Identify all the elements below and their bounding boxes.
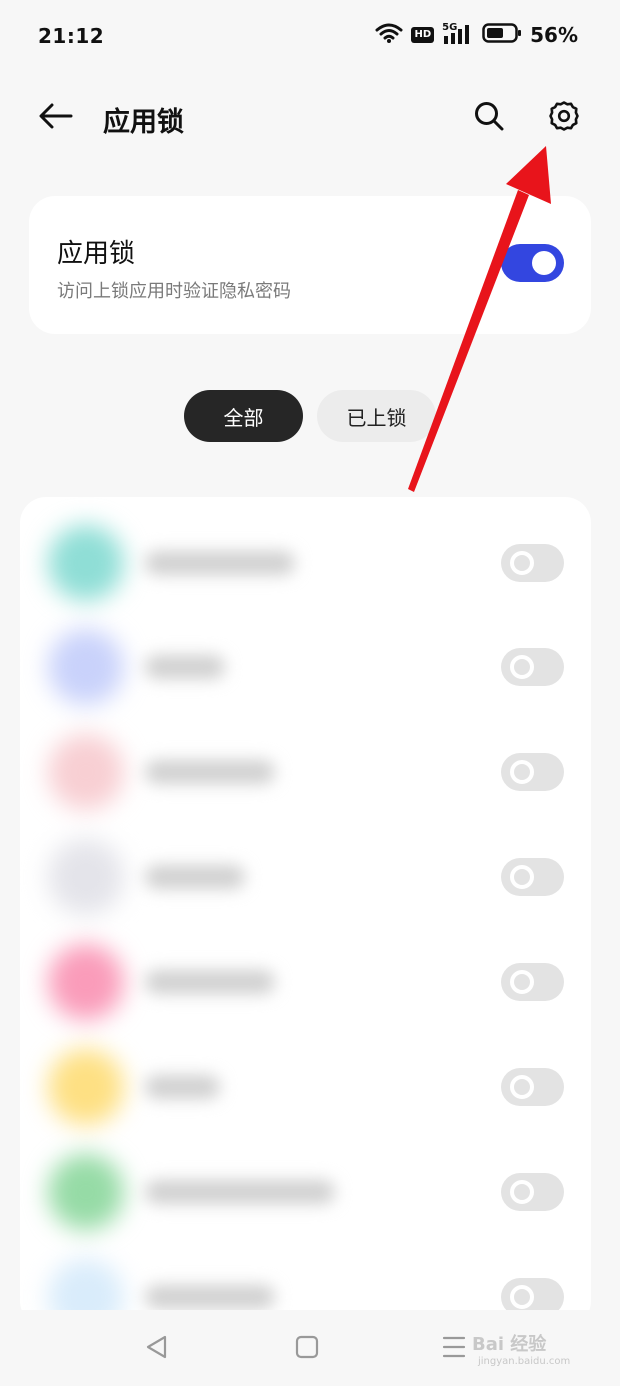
status-icons: HD 5G 56% [375, 22, 578, 48]
toggle-knob [510, 865, 534, 889]
app-icon [48, 1049, 124, 1125]
toggle-knob [532, 251, 556, 275]
app-icon [48, 1154, 124, 1230]
app-list [20, 497, 591, 1327]
baidu-watermark-url: jingyan.baidu.com [478, 1356, 571, 1367]
page-title: 应用锁 [103, 107, 184, 138]
nav-recents-icon[interactable] [442, 1334, 468, 1364]
app-name-blurred [145, 1075, 220, 1099]
list-item[interactable] [20, 825, 591, 929]
back-button[interactable] [34, 96, 78, 140]
app-lock-toggle[interactable] [501, 648, 564, 686]
app-name-blurred [145, 1180, 335, 1204]
list-item[interactable] [20, 720, 591, 824]
wifi-icon [375, 23, 403, 47]
app-lock-master-card: 应用锁 访问上锁应用时验证隐私密码 [29, 196, 591, 334]
gear-icon [548, 100, 580, 136]
app-lock-toggle[interactable] [501, 1173, 564, 1211]
list-item[interactable] [20, 930, 591, 1034]
battery-percentage: 56% [530, 23, 578, 47]
nav-home-icon[interactable] [294, 1334, 320, 1364]
app-lock-toggle[interactable] [501, 963, 564, 1001]
app-name-blurred [145, 1285, 275, 1309]
app-name-blurred [145, 970, 275, 994]
signal-icon: 5G [442, 22, 474, 46]
toggle-knob [510, 1075, 534, 1099]
app-lock-toggle[interactable] [501, 1068, 564, 1106]
list-item[interactable] [20, 511, 591, 615]
toggle-knob [510, 655, 534, 679]
baidu-watermark: Bai 经验 [472, 1334, 547, 1355]
master-toggle-title: 应用锁 [57, 239, 136, 269]
settings-button[interactable] [541, 96, 587, 140]
toggle-knob [510, 551, 534, 575]
arrow-left-icon [38, 102, 74, 134]
filter-chip-all[interactable]: 全部 [184, 390, 303, 442]
app-icon [48, 734, 124, 810]
app-icon [48, 629, 124, 705]
search-button[interactable] [466, 96, 512, 140]
master-toggle-subtitle: 访问上锁应用时验证隐私密码 [57, 281, 291, 302]
list-item[interactable] [20, 615, 591, 719]
app-lock-toggle[interactable] [501, 858, 564, 896]
search-icon [473, 100, 505, 136]
nav-back-icon[interactable] [144, 1334, 170, 1364]
app-name-blurred [145, 551, 295, 575]
filter-chip-locked[interactable]: 已上锁 [317, 390, 436, 442]
app-lock-master-toggle[interactable] [501, 244, 564, 282]
app-icon [48, 839, 124, 915]
app-icon [48, 944, 124, 1020]
app-lock-toggle[interactable] [501, 544, 564, 582]
toggle-knob [510, 760, 534, 784]
toggle-knob [510, 1285, 534, 1309]
battery-icon [482, 22, 522, 48]
hd-badge: HD [411, 27, 435, 43]
app-lock-toggle[interactable] [501, 753, 564, 791]
app-name-blurred [145, 760, 275, 784]
toggle-knob [510, 1180, 534, 1204]
app-lock-screen: 21:12 HD 5G 56% 应用锁 应用锁 访问上锁应用时验证隐私密码 全部… [0, 0, 620, 1386]
app-name-blurred [145, 865, 245, 889]
app-header: 应用锁 [0, 84, 620, 150]
app-icon [48, 525, 124, 601]
app-name-blurred [145, 655, 225, 679]
status-bar: 21:12 HD 5G 56% [0, 0, 620, 76]
list-item[interactable] [20, 1140, 591, 1244]
toggle-knob [510, 970, 534, 994]
list-item[interactable] [20, 1035, 591, 1139]
status-time: 21:12 [38, 24, 105, 48]
